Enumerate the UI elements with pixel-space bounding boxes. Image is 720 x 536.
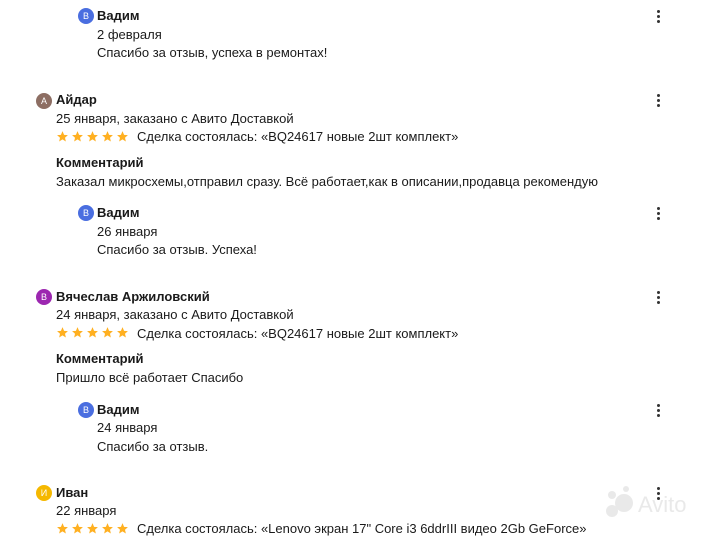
reply-author-name[interactable]: Вадим (97, 8, 139, 23)
more-menu-button[interactable] (650, 402, 666, 418)
star-icon (102, 131, 113, 142)
reply-text: Спасибо за отзыв. (97, 439, 209, 454)
star-icon (57, 131, 68, 142)
watermark-text: Avito (638, 492, 687, 517)
star-icon (57, 327, 68, 338)
reviewer-avatar: А (36, 93, 52, 109)
reply-text: Спасибо за отзыв, успеха в ремонтах! (97, 45, 328, 60)
comment-heading: Комментарий (56, 351, 144, 366)
star-icon (57, 523, 68, 534)
reply-date: 26 января (97, 224, 158, 239)
review-meta: 24 января, заказано с Авито Доставкой (56, 307, 294, 322)
avito-watermark: Avito (602, 481, 710, 521)
reply-author-name[interactable]: Вадим (97, 402, 139, 417)
more-menu-button[interactable] (650, 289, 666, 305)
more-menu-button[interactable] (650, 8, 666, 24)
more-menu-button[interactable] (650, 92, 666, 108)
comment-heading: Комментарий (56, 155, 144, 170)
comment-text: Заказал микросхемы,отправил сразу. Всё р… (56, 174, 599, 189)
star-icon (72, 523, 83, 534)
reviewer-avatar: В (36, 289, 52, 305)
reviewer-name[interactable]: Айдар (56, 92, 97, 107)
reply-avatar: В (78, 402, 94, 418)
rating-stars (56, 326, 129, 340)
reply-date: 2 февраля (97, 27, 162, 42)
reply-author-name[interactable]: Вадим (97, 205, 139, 220)
star-icon (117, 327, 128, 338)
avito-logo-icon: Avito (606, 486, 687, 517)
star-icon (87, 523, 98, 534)
reply-date: 24 января (97, 420, 158, 435)
reply-avatar: В (78, 205, 94, 221)
reviewer-avatar: И (36, 485, 52, 501)
star-icon (87, 327, 98, 338)
reply-avatar: В (78, 8, 94, 24)
star-icon (102, 523, 113, 534)
star-icon (117, 523, 128, 534)
star-icon (72, 131, 83, 142)
review-meta: 25 января, заказано с Авито Доставкой (56, 111, 294, 126)
star-icon (117, 131, 128, 142)
reviewer-name[interactable]: Вячеслав Аржиловский (56, 289, 210, 304)
reviewer-name[interactable]: Иван (56, 485, 88, 500)
deal-text[interactable]: Сделка состоялась: «BQ24617 новые 2шт ко… (137, 326, 458, 341)
deal-text[interactable]: Сделка состоялась: «Lenovo экран 17" Cor… (137, 521, 586, 536)
star-icon (87, 131, 98, 142)
reply-text: Спасибо за отзыв. Успеха! (97, 242, 257, 257)
review-meta: 22 января (56, 503, 117, 518)
deal-text[interactable]: Сделка состоялась: «BQ24617 новые 2шт ко… (137, 129, 458, 144)
rating-stars (56, 522, 129, 536)
more-menu-button[interactable] (650, 205, 666, 221)
star-icon (72, 327, 83, 338)
rating-stars (56, 130, 129, 144)
star-icon (102, 327, 113, 338)
comment-text: Пришло всё работает Спасибо (56, 370, 244, 385)
